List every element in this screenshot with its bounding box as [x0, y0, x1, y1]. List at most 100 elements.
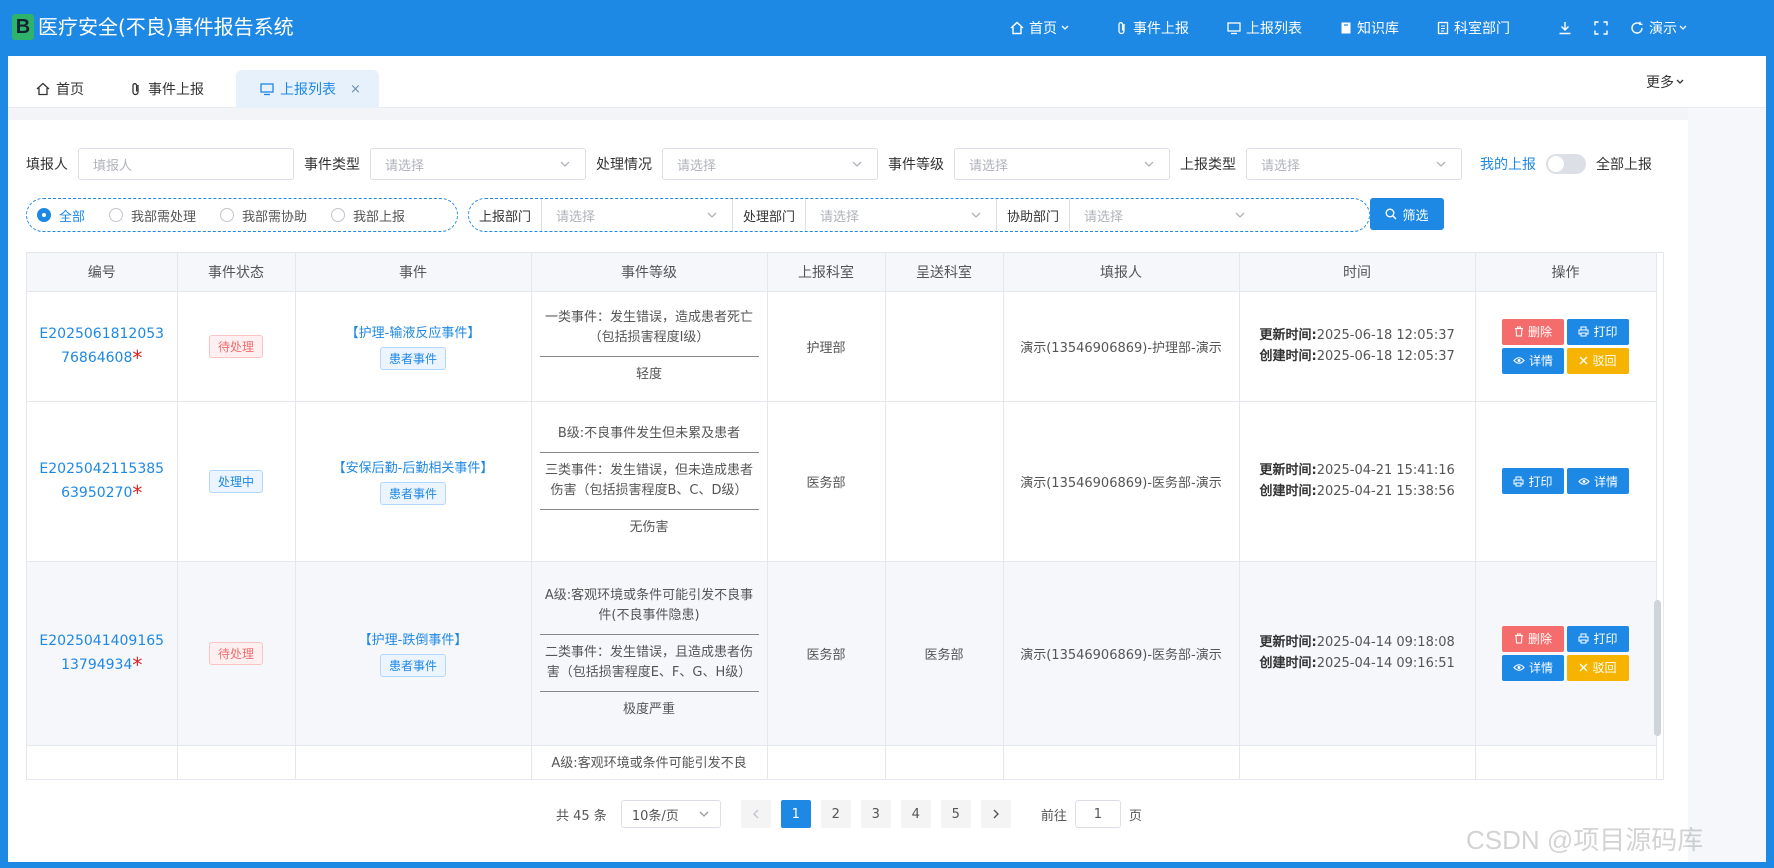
- handling-select[interactable]: 请选择: [662, 148, 878, 180]
- monitor-icon: [1227, 22, 1241, 35]
- page-1[interactable]: 1: [780, 800, 811, 828]
- updated-time: 2025-06-18 12:05:37: [1316, 328, 1455, 343]
- event-name-link[interactable]: 【安保后勤-后勤相关事件】: [296, 457, 531, 476]
- filter-row-1: 填报人 填报人 事件类型 请选择 处理情况 请选择 事件等级 请选择 上报类型 …: [26, 148, 1652, 180]
- printer-icon: [1513, 476, 1524, 486]
- nav-report-event[interactable]: 事件上报: [1116, 18, 1189, 38]
- col-send-dept: 呈送科室: [885, 253, 1004, 292]
- top-nav: 首页 事件上报 上报列表 知识库 科室部门 演示: [972, 16, 1694, 40]
- print-button[interactable]: 打印: [1567, 318, 1629, 345]
- delete-button[interactable]: 删除: [1502, 625, 1564, 652]
- col-level: 事件等级: [531, 253, 768, 292]
- page-5[interactable]: 5: [940, 800, 971, 828]
- level-text: 三类事件：发生错误，但未造成患者伤害（包括损害程度B、C、D级）: [539, 452, 759, 509]
- level-text: 二类事件：发生错误，且造成患者伤害（包括损害程度E、F、G、H级）: [539, 634, 759, 691]
- table-row: E202506181205376864608* 待处理 【护理-输液反应事件】患…: [27, 291, 1657, 402]
- trash-icon: [1514, 633, 1523, 644]
- report-scope-switch[interactable]: [1546, 154, 1586, 174]
- event-tag: 患者事件: [379, 654, 446, 677]
- event-type-select[interactable]: 请选择: [370, 148, 586, 180]
- print-button[interactable]: 打印: [1567, 625, 1629, 652]
- radio-my-dept-assist[interactable]: 我部需协助: [220, 206, 307, 225]
- event-code-link[interactable]: E202506181205376864608*: [27, 322, 177, 370]
- tab-report-list[interactable]: 上报列表 ×: [236, 70, 379, 108]
- document-icon: [1437, 21, 1449, 35]
- reporter-input[interactable]: 填报人: [78, 148, 294, 180]
- event-tag: 患者事件: [379, 482, 446, 505]
- events-table: 编号 事件状态 事件 事件等级 上报科室 呈送科室 填报人 时间 操作 E202…: [26, 252, 1664, 780]
- report-type-label: 上报类型: [1180, 157, 1236, 173]
- page-4[interactable]: 4: [900, 800, 931, 828]
- updated-time: 2025-04-21 15:41:16: [1316, 463, 1455, 478]
- my-reports-label[interactable]: 我的上报: [1480, 154, 1536, 174]
- radio-all[interactable]: 全部: [37, 206, 85, 225]
- tab-report-event[interactable]: 事件上报: [130, 70, 204, 108]
- chevron-down-icon: [699, 811, 709, 817]
- next-page-button[interactable]: [980, 800, 1011, 828]
- page-size-select[interactable]: 10条/页: [620, 800, 721, 828]
- user-menu[interactable]: 演示: [1630, 18, 1694, 38]
- report-type-select[interactable]: 请选择: [1246, 148, 1462, 180]
- reject-button[interactable]: 驳回: [1567, 654, 1629, 681]
- top-header: B 医疗安全(不良)事件报告系统 首页 事件上报 上报列表 知识库 科室部门 演…: [0, 0, 1774, 56]
- reporter-cell: 演示(13546906869)-医务部-演示: [1003, 561, 1240, 746]
- eye-icon: [1513, 664, 1525, 671]
- nav-knowledge-base[interactable]: 知识库: [1340, 18, 1399, 38]
- page-2[interactable]: 2: [820, 800, 851, 828]
- event-name-link[interactable]: 【护理-跌倒事件】: [296, 629, 531, 648]
- detail-button[interactable]: 详情: [1567, 468, 1629, 494]
- home-icon: [36, 82, 50, 96]
- prev-page-button[interactable]: [740, 800, 771, 828]
- event-name-link[interactable]: 【护理-输液反应事件】: [296, 322, 531, 341]
- nav-home[interactable]: 首页: [1010, 18, 1078, 38]
- watermark: CSDN @项目源码库: [1466, 825, 1704, 855]
- delete-button[interactable]: 删除: [1502, 318, 1564, 345]
- status-badge: 待处理: [208, 641, 263, 665]
- created-time: 2025-06-18 12:05:37: [1316, 349, 1455, 364]
- trash-icon: [1514, 326, 1523, 337]
- detail-button[interactable]: 详情: [1502, 347, 1564, 374]
- radio-my-dept-report[interactable]: 我部上报: [331, 206, 405, 225]
- send-dept-cell: [885, 291, 1004, 402]
- chevron-down-icon: [852, 161, 862, 167]
- close-icon: [1580, 663, 1588, 672]
- level-text: 无伤害: [539, 509, 759, 546]
- total-count: 共 45 条: [556, 808, 607, 824]
- print-button[interactable]: 打印: [1502, 468, 1564, 494]
- report-dept-cell: 护理部: [767, 291, 886, 402]
- table-scrollbar[interactable]: [1654, 600, 1661, 736]
- goto-page-input[interactable]: 1: [1074, 800, 1121, 828]
- fullscreen-button[interactable]: [1594, 21, 1608, 35]
- filter-button[interactable]: 筛选: [1370, 198, 1444, 230]
- more-menu[interactable]: 更多: [1646, 72, 1686, 92]
- detail-button[interactable]: 详情: [1502, 654, 1564, 681]
- created-time: 2025-04-14 09:16:51: [1316, 656, 1455, 671]
- tab-close-icon[interactable]: ×: [350, 82, 361, 97]
- nav-departments[interactable]: 科室部门: [1437, 18, 1510, 38]
- event-code-link[interactable]: E202504211538563950270*: [27, 457, 177, 505]
- all-reports-label[interactable]: 全部上报: [1596, 154, 1652, 174]
- radio-my-dept-handle[interactable]: 我部需处理: [109, 206, 196, 225]
- download-button[interactable]: [1558, 21, 1572, 35]
- send-dept-cell: 医务部: [885, 561, 1004, 746]
- page-3[interactable]: 3: [860, 800, 891, 828]
- chevron-down-icon: [1144, 161, 1154, 167]
- tab-home[interactable]: 首页: [36, 70, 84, 108]
- event-type-label: 事件类型: [304, 157, 360, 173]
- chevron-right-icon: [993, 809, 999, 819]
- eye-icon: [1578, 477, 1590, 485]
- nav-report-list[interactable]: 上报列表: [1227, 18, 1302, 38]
- required-star-icon: *: [132, 481, 143, 505]
- event-tag: 患者事件: [379, 347, 446, 370]
- report-dept-select[interactable]: 请选择: [542, 199, 732, 231]
- event-code-link[interactable]: E202504140916513794934*: [27, 629, 177, 677]
- status-badge: 待处理: [208, 334, 263, 358]
- chevron-down-icon: [560, 161, 570, 167]
- event-level-select[interactable]: 请选择: [954, 148, 1170, 180]
- updated-time: 2025-04-14 09:18:08: [1316, 635, 1455, 650]
- reject-button[interactable]: 驳回: [1567, 347, 1629, 374]
- handle-dept-select[interactable]: 请选择: [806, 199, 996, 231]
- dept-filter-group: 上报部门 请选择 处理部门 请选择 协助部门 请选择: [468, 198, 1370, 232]
- table-row: A级:客观环境或条件可能引发不良: [27, 745, 1657, 779]
- assist-dept-select[interactable]: 请选择: [1070, 199, 1260, 231]
